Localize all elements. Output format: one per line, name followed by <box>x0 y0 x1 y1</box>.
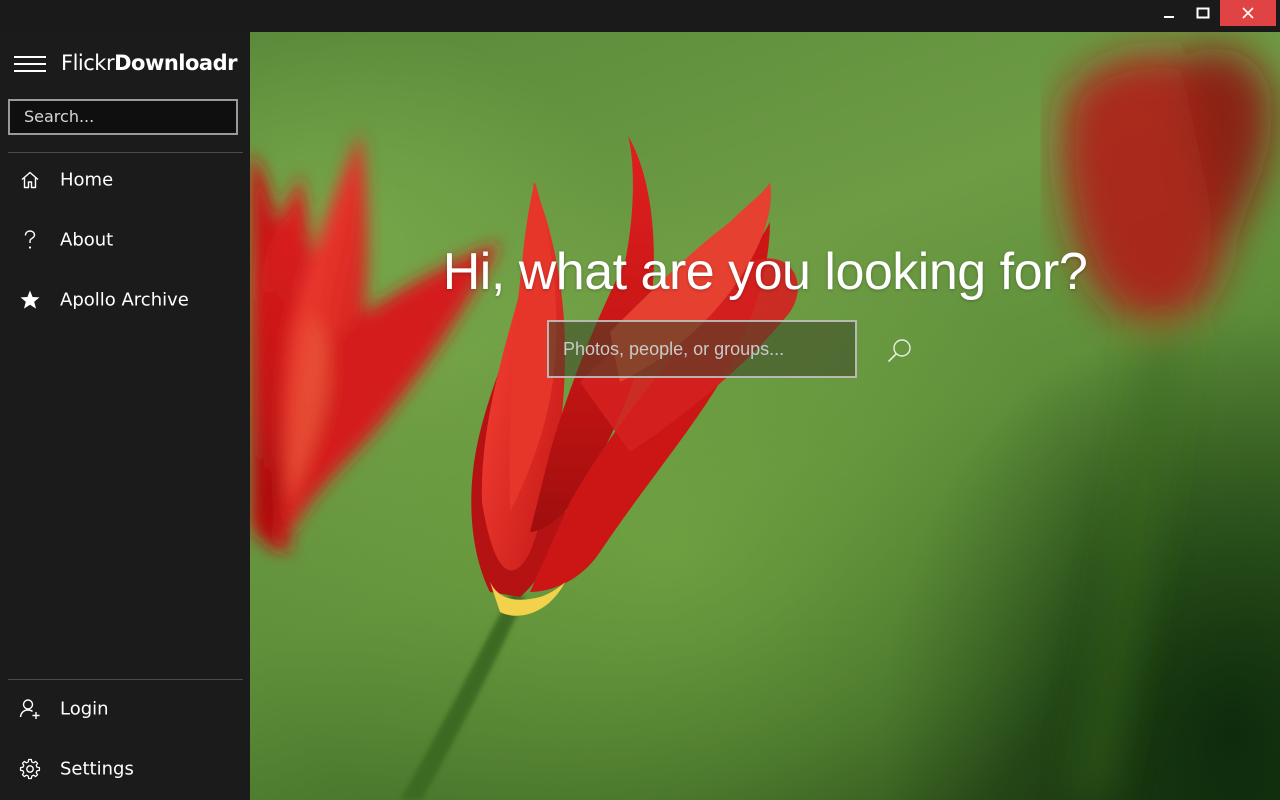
hamburger-icon <box>14 56 46 72</box>
app-title: FlickrDownloadr <box>61 48 237 78</box>
nav-item-settings[interactable]: Settings <box>0 743 250 795</box>
minimize-icon <box>1164 16 1174 18</box>
title-bar <box>0 0 1280 32</box>
home-icon <box>19 169 41 191</box>
nav-item-home[interactable]: Home <box>0 154 250 206</box>
background-image <box>250 47 1272 800</box>
search-button[interactable] <box>886 337 914 365</box>
gear-icon <box>19 758 41 780</box>
divider <box>8 152 243 153</box>
search-icon <box>888 339 911 362</box>
minimize-button[interactable] <box>1152 0 1186 26</box>
nav-item-login[interactable]: Login <box>0 683 250 735</box>
nav-item-label: About <box>60 229 114 251</box>
question-icon <box>19 229 41 251</box>
star-icon <box>19 289 41 311</box>
app-title-light: Flickr <box>61 51 115 75</box>
maximize-button[interactable] <box>1186 0 1220 26</box>
close-icon <box>1242 7 1254 19</box>
app-title-bold: Downloadr <box>114 51 237 75</box>
divider <box>8 679 243 680</box>
nav-item-label: Settings <box>60 758 134 780</box>
maximize-icon <box>1196 7 1210 19</box>
sidebar: FlickrDownloadr Search... Home About Apo… <box>0 32 250 800</box>
hero-search-input[interactable]: Photos, people, or groups... <box>547 320 857 378</box>
hamburger-menu-button[interactable] <box>14 54 46 74</box>
nav-item-apollo-archive[interactable]: Apollo Archive <box>0 274 250 326</box>
nav-item-label: Apollo Archive <box>60 289 189 311</box>
nav-item-label: Home <box>60 169 114 191</box>
add-user-icon <box>19 698 41 720</box>
hero-panel: Hi, what are you looking for? Photos, pe… <box>250 32 1280 800</box>
nav-item-about[interactable]: About <box>0 214 250 266</box>
nav-item-label: Login <box>60 698 109 720</box>
close-button[interactable] <box>1220 0 1276 26</box>
sidebar-search-input[interactable]: Search... <box>8 99 238 135</box>
hero-heading: Hi, what are you looking for? <box>442 243 1088 301</box>
